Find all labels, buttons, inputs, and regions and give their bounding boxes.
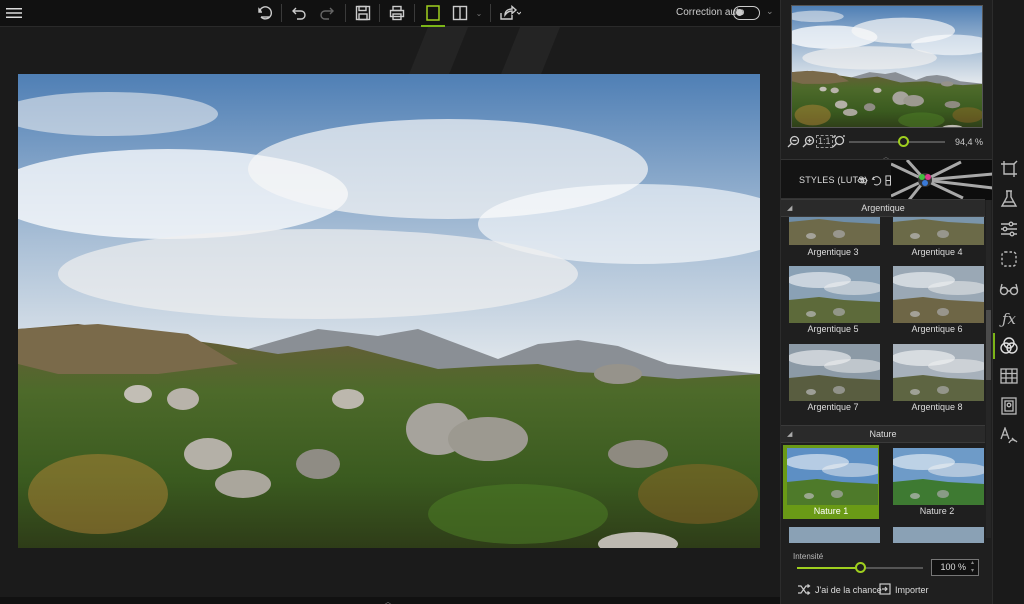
top-toolbar: ⌄ Correction auto ⌄ <box>0 0 780 27</box>
text-icon[interactable] <box>997 424 1021 448</box>
chevron-up-icon[interactable]: ︿ <box>384 596 392 604</box>
style-label: Nature 2 <box>919 506 955 516</box>
intensity-label: Intensité <box>793 552 824 561</box>
glasses-icon[interactable] <box>997 277 1021 301</box>
intensity-slider-fill <box>797 567 860 569</box>
style-tile[interactable] <box>893 527 984 543</box>
zoom-slider-handle[interactable] <box>897 136 909 147</box>
style-tile[interactable]: Argentique 4 <box>889 217 985 262</box>
style-section-header[interactable]: ◢ Argentique <box>781 199 985 217</box>
reset-icon[interactable] <box>871 173 882 191</box>
zoom-value: 94,4 % <box>955 137 984 147</box>
style-tile[interactable]: Argentique 8 <box>889 341 985 415</box>
edited-photo[interactable] <box>18 74 760 548</box>
split-view-dropdown-icon[interactable]: ⌄ <box>474 2 484 24</box>
menu-icon[interactable] <box>4 2 24 24</box>
style-tile[interactable]: Argentique 6 <box>889 263 985 337</box>
style-tile[interactable]: Nature 2 <box>889 445 985 519</box>
share-icon[interactable] <box>497 2 523 24</box>
collapse-section-icon[interactable]: ◢ <box>787 200 792 217</box>
auto-correction-toggle[interactable] <box>733 6 760 20</box>
import-button[interactable]: Importer <box>879 583 929 597</box>
intensity-slider-handle[interactable] <box>855 562 866 573</box>
zoom-100-button[interactable]: 1:1 <box>816 135 833 148</box>
style-thumbnail <box>893 448 984 505</box>
style-thumbnail <box>893 217 984 245</box>
style-tile[interactable]: Argentique 3 <box>785 217 881 262</box>
background-stripe <box>499 27 565 77</box>
shuffle-icon <box>797 583 811 597</box>
texture-icon[interactable] <box>997 364 1021 388</box>
crop-icon[interactable] <box>997 157 1021 181</box>
style-thumbnail <box>787 448 878 505</box>
zoom-fit-icon[interactable] <box>832 135 845 153</box>
style-label: Argentique 6 <box>911 324 963 334</box>
selection-icon[interactable] <box>997 247 1021 271</box>
style-label: Nature 1 <box>813 506 849 516</box>
lab-icon[interactable] <box>997 187 1021 211</box>
active-tool-indicator <box>993 333 995 359</box>
style-label: Argentique 8 <box>911 402 963 412</box>
eye-icon[interactable] <box>857 173 868 191</box>
right-panel: 1:1 94,4 % ︿ STYLES (LUTS) Intensité 100… <box>780 0 993 604</box>
style-label: Argentique 3 <box>807 247 859 257</box>
style-thumbnail <box>789 344 880 401</box>
style-thumbnail <box>893 344 984 401</box>
import-label: Importer <box>895 585 929 595</box>
style-label: Argentique 4 <box>911 247 963 257</box>
style-label: Argentique 7 <box>807 402 859 412</box>
luts-decoration <box>891 160 993 200</box>
redo-icon[interactable] <box>316 2 338 24</box>
style-label: Argentique 5 <box>807 324 859 334</box>
zoom-out-icon[interactable] <box>787 135 800 153</box>
style-tile[interactable]: Argentique 5 <box>785 263 881 337</box>
intensity-spinner[interactable]: ▴ ▾ <box>971 559 974 575</box>
chevron-down-icon[interactable]: ⌄ <box>766 6 774 17</box>
history-icon[interactable] <box>254 2 276 24</box>
style-thumbnail <box>789 217 880 245</box>
lucky-button[interactable]: J'ai de la chance <box>797 583 882 597</box>
fx-icon[interactable]: ƒx <box>997 307 1021 331</box>
single-view-icon[interactable] <box>422 2 444 24</box>
split-view-icon[interactable] <box>449 2 471 24</box>
style-tile[interactable]: Nature 1 <box>783 445 879 519</box>
tool-sidebar: ƒx <box>992 0 1024 604</box>
adjust-icon[interactable] <box>997 217 1021 241</box>
navigator-thumbnail[interactable] <box>791 5 983 128</box>
image-canvas[interactable] <box>0 27 780 597</box>
background-stripe <box>407 27 473 77</box>
zoom-in-icon[interactable] <box>802 135 815 153</box>
style-thumbnail <box>893 266 984 323</box>
import-icon <box>879 583 891 597</box>
lucky-label: J'ai de la chance <box>815 585 882 595</box>
styles-scrollbar-thumb[interactable] <box>986 310 991 380</box>
section-name: Argentique <box>861 203 905 213</box>
section-name: Nature <box>869 429 897 439</box>
styles-header: STYLES (LUTS) <box>781 159 993 200</box>
undo-icon[interactable] <box>288 2 310 24</box>
zoom-controls: 1:1 94,4 % <box>781 132 993 152</box>
frame-icon[interactable] <box>997 394 1021 418</box>
save-icon[interactable] <box>352 2 374 24</box>
toggle-knob <box>736 9 743 16</box>
style-section-header[interactable]: ◢ Nature <box>781 425 985 443</box>
color-styles-icon[interactable] <box>997 334 1021 358</box>
collapse-section-icon[interactable]: ◢ <box>787 426 792 443</box>
style-tile[interactable] <box>789 527 880 543</box>
style-tile[interactable]: Argentique 7 <box>785 341 881 415</box>
style-thumbnail <box>789 266 880 323</box>
print-icon[interactable] <box>386 2 408 24</box>
